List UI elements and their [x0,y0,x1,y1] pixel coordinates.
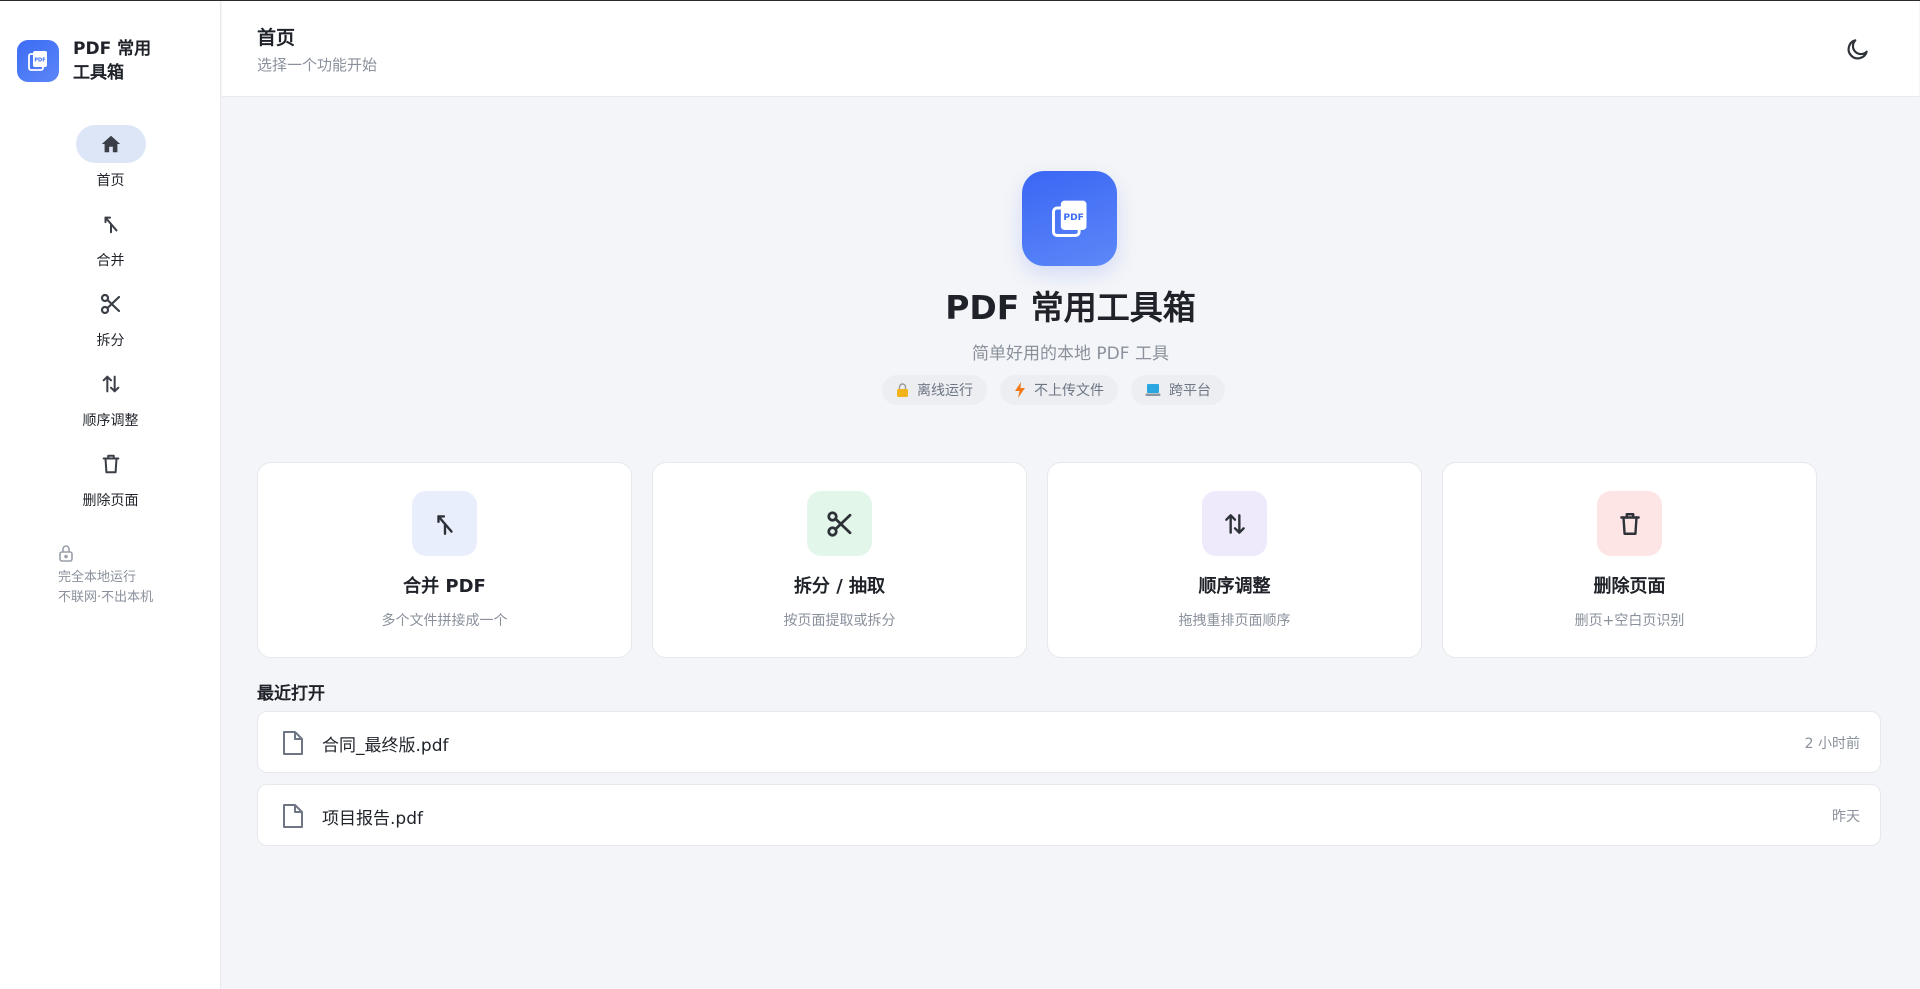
lightning-icon [1015,382,1025,398]
merge-icon [76,205,146,243]
local-note-line2: 不联网·不出本机 [58,590,154,605]
local-run-note: 完全本地运行 不联网·不出本机 [58,544,153,608]
reorder-icon [1202,491,1267,556]
hero-title: PDF 常用工具箱 [945,288,1196,327]
theme-toggle-button[interactable] [1842,33,1874,65]
recent-section-title: 最近打开 [257,684,325,704]
brand-name: PDF 常用 工具箱 [73,37,163,85]
lock-icon [59,545,73,562]
card-desc: 按页面提取或拆分 [783,613,896,629]
sidebar-item-split[interactable]: 拆分 [0,285,221,365]
tag-label: 不上传文件 [1034,383,1104,399]
trash-icon [1597,491,1662,556]
sidebar-item-label: 首页 [96,173,125,189]
brand-name-line2: 工具箱 [73,63,124,83]
card-desc: 拖拽重排页面顺序 [1178,613,1291,629]
card-merge-pdf[interactable]: 合并 PDF 多个文件拼接成一个 [257,462,632,658]
laptop-icon [1145,384,1161,396]
sidebar-item-label: 合并 [96,253,125,269]
sidebar-item-reorder[interactable]: 顺序调整 [0,365,221,445]
recent-file-item[interactable]: 合同_最终版.pdf 2 小时前 [257,711,1881,773]
hero-logo-text: PDF [1063,211,1084,222]
sidebar-nav: 首页 合并 拆分 顺序调整 删除页面 [0,125,221,525]
file-name: 合同_最终版.pdf [322,736,449,756]
sidebar-item-merge[interactable]: 合并 [0,205,221,285]
scissors-icon [76,285,146,323]
card-delete-pages[interactable]: 删除页面 删页+空白页识别 [1442,462,1817,658]
card-desc: 多个文件拼接成一个 [381,613,508,629]
sidebar-item-label: 顺序调整 [82,413,139,429]
card-title: 拆分 / 抽取 [793,576,886,597]
file-name: 项目报告.pdf [322,809,423,829]
reorder-icon [76,365,146,403]
sidebar-item-label: 拆分 [96,333,125,349]
page-title: 首页 [257,27,296,49]
feature-tags: 离线运行 不上传文件 跨平台 [882,375,1225,405]
sidebar: PDF PDF 常用 工具箱 首页 合并 拆分 顺序调整 删除页面 完全本地运行… [0,1,221,989]
home-icon [75,125,146,163]
file-time: 昨天 [1832,809,1860,825]
sidebar-item-home[interactable]: 首页 [0,125,221,205]
merge-icon [412,491,477,556]
file-icon [283,804,303,828]
app-window: PDF PDF 常用 工具箱 首页 合并 拆分 顺序调整 删除页面 完全本地运行… [0,0,1920,989]
card-title: 删除页面 [1593,576,1666,597]
card-title: 合并 PDF [403,576,486,597]
recent-file-list: 合同_最终版.pdf 2 小时前 项目报告.pdf 昨天 [257,711,1881,857]
page-header: 首页 选择一个功能开始 [222,1,1919,97]
tag-offline: 离线运行 [882,375,987,405]
brand-logo-icon: PDF [17,40,59,82]
lock-emoji-icon [897,383,908,397]
hero-subtitle: 简单好用的本地 PDF 工具 [972,344,1169,364]
card-title: 顺序调整 [1198,576,1271,597]
local-note-line1: 完全本地运行 [58,570,137,585]
card-reorder[interactable]: 顺序调整 拖拽重排页面顺序 [1047,462,1422,658]
feature-cards: 合并 PDF 多个文件拼接成一个 拆分 / 抽取 按页面提取或拆分 顺序调整 拖… [257,462,1817,658]
tag-no-upload: 不上传文件 [1000,375,1118,405]
sidebar-item-delete[interactable]: 删除页面 [0,445,221,525]
card-desc: 删页+空白页识别 [1574,613,1685,629]
file-time: 2 小时前 [1804,736,1860,752]
brand-name-line1: PDF 常用 [73,39,152,59]
page-subtitle: 选择一个功能开始 [257,56,378,74]
brand-logo-text: PDF [34,58,45,64]
moon-icon [1847,39,1868,60]
file-icon [283,731,303,755]
scissors-icon [807,491,872,556]
brand[interactable]: PDF PDF 常用 工具箱 [17,37,163,85]
tag-label: 跨平台 [1169,383,1211,399]
card-split-extract[interactable]: 拆分 / 抽取 按页面提取或拆分 [652,462,1027,658]
trash-icon [76,445,146,483]
tag-cross-platform: 跨平台 [1131,375,1225,405]
sidebar-item-label: 删除页面 [82,493,139,509]
recent-file-item[interactable]: 项目报告.pdf 昨天 [257,784,1881,846]
tag-label: 离线运行 [917,383,973,399]
hero-logo-icon: PDF [1022,171,1117,266]
